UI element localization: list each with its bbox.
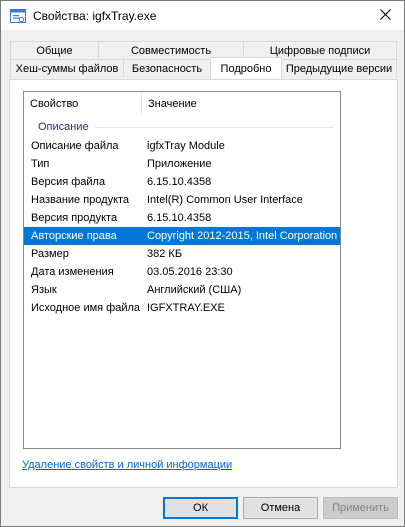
properties-window: Свойства: igfxTray.exe Общие Совместимос… <box>0 0 405 527</box>
property-name: Авторские права <box>31 230 117 242</box>
tab-strip: Общие Совместимость Цифровые подписи Хеш… <box>9 38 398 80</box>
title-bar[interactable]: Свойства: igfxTray.exe <box>1 1 404 30</box>
close-icon <box>380 8 391 23</box>
property-value: Copyright 2012-2015, Intel Corporation <box>147 230 338 242</box>
group-divider <box>94 126 334 128</box>
tab-details[interactable]: Подробно <box>210 57 282 79</box>
property-value: 03.05.2016 23:30 <box>147 266 233 278</box>
list-item[interactable]: Язык Английский (США) <box>24 281 340 299</box>
property-value: 6.15.10.4358 <box>147 176 212 188</box>
property-name: Размер <box>31 248 69 260</box>
ok-button[interactable]: ОК <box>163 497 238 519</box>
details-panel: Свойство Значение Описание Описание файл… <box>9 79 398 488</box>
apply-button-label: Применить <box>332 502 389 514</box>
list-item[interactable]: Описание файла igfxTray Module <box>24 137 340 155</box>
list-item[interactable]: Версия продукта 6.15.10.4358 <box>24 209 340 227</box>
tab-previous-versions[interactable]: Предыдущие версии <box>281 59 397 77</box>
list-item[interactable]: Дата изменения 03.05.2016 23:30 <box>24 263 340 281</box>
list-item[interactable]: Версия файла 6.15.10.4358 <box>24 173 340 191</box>
property-value: Английский (США) <box>147 284 242 296</box>
property-name: Версия файла <box>31 176 106 188</box>
details-list[interactable]: Свойство Значение Описание Описание файл… <box>23 91 341 449</box>
column-header-label: Свойство <box>30 98 79 110</box>
list-item[interactable]: Название продукта Intel(R) Common User I… <box>24 191 340 209</box>
property-value: igfxTray Module <box>147 140 225 152</box>
list-item[interactable]: Исходное имя файла IGFXTRAY.EXE <box>24 299 340 317</box>
column-header-property[interactable]: Свойство <box>24 92 141 116</box>
tab-file-hashes[interactable]: Хеш-суммы файлов <box>10 59 124 77</box>
ok-button-label: ОК <box>193 502 208 514</box>
tab-label: Хеш-суммы файлов <box>15 62 119 75</box>
tab-label: Общие <box>36 44 73 57</box>
remove-properties-link[interactable]: Удаление свойств и личной информации <box>22 459 232 471</box>
cancel-button-label: Отмена <box>260 502 301 514</box>
close-button[interactable] <box>367 1 404 30</box>
property-value: Приложение <box>147 158 212 170</box>
column-header-label: Значение <box>148 98 197 110</box>
group-label: Описание <box>38 121 89 133</box>
property-value: 382 КБ <box>147 248 183 260</box>
property-name: Версия продукта <box>31 212 118 224</box>
list-item-selected[interactable]: Авторские права Copyright 2012-2015, Int… <box>24 227 340 245</box>
tab-label: Предыдущие версии <box>285 62 393 75</box>
property-name: Исходное имя файла <box>31 302 141 314</box>
property-name: Название продукта <box>31 194 130 206</box>
tab-label: Безопасность <box>131 62 203 75</box>
list-item[interactable]: Размер 382 КБ <box>24 245 340 263</box>
property-name: Тип <box>31 158 50 170</box>
properties-window-icon <box>10 8 26 24</box>
property-name: Дата изменения <box>31 266 114 278</box>
property-value: IGFXTRAY.EXE <box>147 302 225 314</box>
tab-general[interactable]: Общие <box>10 41 99 59</box>
tab-label: Совместимость <box>130 44 212 57</box>
apply-button[interactable]: Применить <box>323 497 398 519</box>
tab-label: Подробно <box>220 62 272 75</box>
property-name: Язык <box>31 284 57 296</box>
column-header-value[interactable]: Значение <box>142 92 340 116</box>
property-value: 6.15.10.4358 <box>147 212 212 224</box>
group-header-description: Описание <box>24 118 340 136</box>
list-item[interactable]: Тип Приложение <box>24 155 340 173</box>
cancel-button[interactable]: Отмена <box>243 497 318 519</box>
property-name: Описание файла <box>31 140 119 152</box>
window-title: Свойства: igfxTray.exe <box>33 9 157 23</box>
tab-security[interactable]: Безопасность <box>123 59 211 77</box>
property-value: Intel(R) Common User Interface <box>147 194 303 206</box>
tab-label: Цифровые подписи <box>269 44 371 57</box>
